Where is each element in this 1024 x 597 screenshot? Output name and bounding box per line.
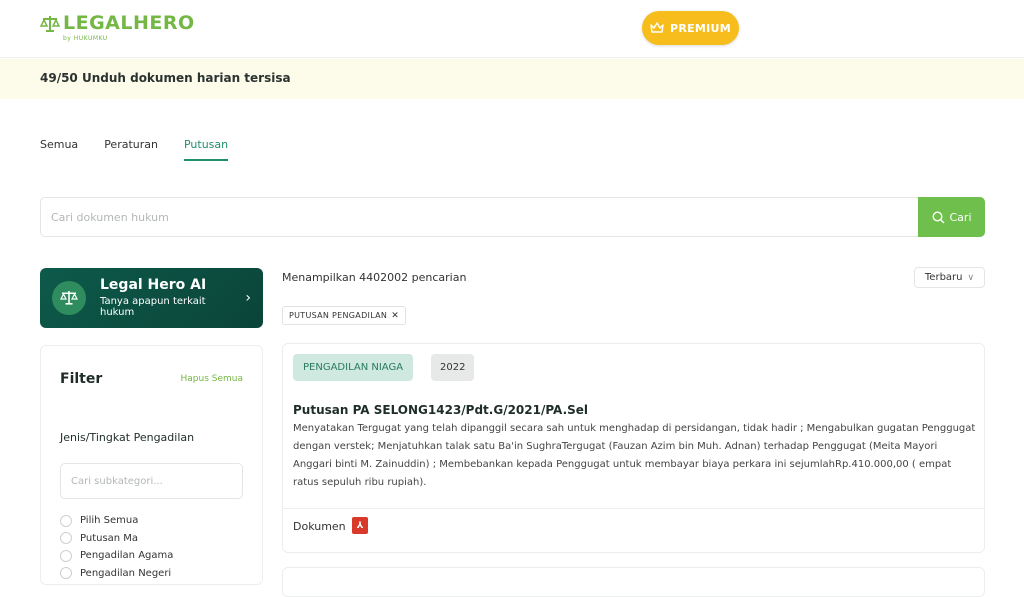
- search-button[interactable]: Cari: [918, 197, 985, 237]
- document-label: Dokumen: [293, 520, 346, 533]
- search-button-label: Cari: [949, 210, 972, 224]
- crown-icon: [650, 22, 664, 33]
- radio-button[interactable]: [60, 549, 72, 562]
- radio-button[interactable]: [60, 567, 72, 580]
- radio-button[interactable]: [60, 532, 72, 545]
- download-quota-banner: 49/50 Unduh dokumen harian tersisa: [0, 59, 1024, 99]
- result-card[interactable]: [282, 567, 985, 597]
- sort-dropdown[interactable]: Terbaru ∨: [914, 267, 985, 288]
- ai-card-subtitle: Tanya apapun terkait hukum: [100, 296, 206, 318]
- filter-option-label: Pengadilan Negeri: [80, 567, 172, 579]
- category-tabs: Semua Peraturan Putusan: [40, 138, 254, 161]
- filter-option-label: Putusan Ma: [80, 532, 139, 544]
- sort-label: Terbaru: [924, 272, 963, 283]
- result-summary: Menyatakan Tergugat yang telah dipanggil…: [293, 423, 976, 488]
- filter-option-label: Pilih Semua: [80, 515, 139, 527]
- tab-semua[interactable]: Semua: [40, 138, 78, 161]
- filter-option[interactable]: Pengadilan Negeri: [60, 565, 173, 583]
- filter-option[interactable]: Pengadilan Agama: [60, 547, 173, 565]
- search-input[interactable]: [41, 198, 919, 236]
- scales-icon: [52, 281, 86, 315]
- search-icon: [931, 210, 944, 223]
- subcategory-search-input[interactable]: [60, 463, 243, 499]
- ai-card-title: Legal Hero AI: [100, 277, 207, 293]
- tab-putusan[interactable]: Putusan: [183, 138, 229, 161]
- filter-title: Filter: [60, 371, 103, 387]
- chevron-down-icon: ∨: [967, 272, 975, 283]
- result-card[interactable]: PENGADILAN NIAGA 2022 Putusan PA SELONG1…: [282, 343, 985, 553]
- pdf-icon[interactable]: ⅄: [352, 517, 368, 534]
- top-header: LEGALHERO by HUKUMKU PREMIUM: [0, 0, 1024, 58]
- filter-option[interactable]: Pilih Semua: [60, 512, 173, 530]
- active-filter-label: PUTUSAN PENGADILAN: [289, 311, 388, 320]
- filter-option[interactable]: Putusan Ma: [60, 530, 173, 548]
- brand-name: LEGALHERO: [63, 12, 195, 34]
- premium-button[interactable]: PREMIUM: [642, 11, 739, 45]
- search-bar: Cari: [40, 197, 985, 237]
- close-icon[interactable]: ✕: [391, 311, 399, 321]
- chevron-right-icon: ›: [245, 290, 251, 306]
- brand-logo[interactable]: LEGALHERO by HUKUMKU: [40, 12, 195, 42]
- scales-logo-icon: [40, 16, 60, 32]
- court-options: Pilih Semua Putusan Ma Pengadilan Agama …: [60, 512, 173, 582]
- tab-peraturan[interactable]: Peraturan: [104, 138, 158, 161]
- premium-label: PREMIUM: [669, 21, 732, 35]
- card-divider: [283, 508, 984, 509]
- result-title[interactable]: Putusan PA SELONG1423/Pdt.G/2021/PA.Sel: [293, 403, 588, 417]
- filter-panel: Filter Hapus Semua Jenis/Tingkat Pengadi…: [40, 345, 263, 585]
- radio-button[interactable]: [60, 514, 72, 527]
- download-quota-text: 49/50 Unduh dokumen harian tersisa: [40, 71, 291, 85]
- filter-section-title: Jenis/Tingkat Pengadilan: [60, 431, 195, 444]
- legal-hero-ai-card[interactable]: Legal Hero AI Tanya apapun terkait hukum…: [40, 268, 263, 328]
- brand-subtitle: by HUKUMKU: [63, 35, 108, 42]
- active-filter-chip[interactable]: PUTUSAN PENGADILAN ✕: [282, 306, 407, 325]
- result-count: Menampilkan 4402002 pencarian: [282, 271, 467, 284]
- court-badge: PENGADILAN NIAGA: [293, 354, 414, 381]
- filter-option-label: Pengadilan Agama: [80, 550, 174, 562]
- clear-filters-link[interactable]: Hapus Semua: [181, 374, 244, 384]
- year-badge: 2022: [431, 354, 475, 381]
